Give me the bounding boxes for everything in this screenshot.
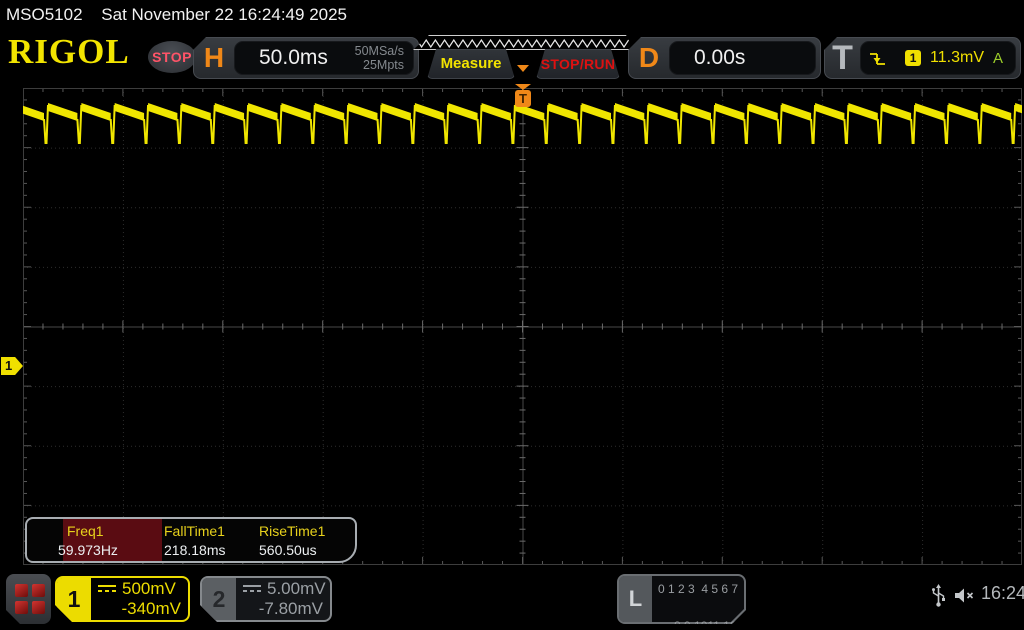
measurement-label: FallTime1: [164, 523, 225, 539]
logic-channels-row2: 8 9 1011 12131415: [674, 619, 777, 630]
logic-label: L: [619, 576, 652, 622]
logic-channels-row1: 0 1 2 3 4 5 6 7: [657, 582, 739, 596]
ch2-dc-coupling-icon: [242, 583, 262, 595]
ch1-ground-marker[interactable]: 1: [1, 357, 23, 375]
trigger-level-value[interactable]: 11.3mV: [930, 49, 984, 67]
datetime-text: Sat November 22 16:24:49 2025: [101, 5, 348, 24]
trigger-sweep-mode: A: [992, 49, 1003, 67]
delay-value[interactable]: 0.00s: [694, 46, 745, 70]
rigol-logo: RIGOL: [8, 32, 130, 71]
channel2-number: 2: [202, 578, 236, 620]
clock-text: 16:24: [981, 583, 1024, 603]
acquisition-state-badge: STOP: [148, 41, 196, 73]
channel1-number: 1: [57, 578, 91, 620]
ch1-dc-coupling-icon: [97, 583, 117, 595]
memory-zigzag-icon: [414, 36, 635, 51]
delay-panel[interactable]: D 0.00s: [628, 37, 821, 79]
stop-run-button[interactable]: STOP/RUN: [536, 49, 620, 79]
timebase-value[interactable]: 50.0ms: [259, 46, 355, 70]
channel-bar: 1 500mV -340mV 2 5.00mV -7.80mV L 0 1 2 …: [0, 570, 1024, 630]
waveform-display[interactable]: [23, 88, 1022, 565]
model-name: MSO5102: [6, 5, 83, 24]
channel2-button[interactable]: 2 5.00mV -7.80mV: [200, 576, 332, 622]
horizontal-panel[interactable]: H 50.0ms 50MSa/s 25Mpts: [193, 37, 419, 79]
trigger-source-badge: 1: [905, 50, 922, 66]
menu-grid-icon: [15, 584, 45, 614]
memory-position-marker[interactable]: [517, 65, 529, 72]
trigger-slope-falling-icon: [870, 52, 886, 65]
channel1-scale: 500mV: [122, 579, 176, 598]
channel2-offset: -7.80mV: [258, 599, 323, 618]
waveform-memory-bar[interactable]: [413, 35, 634, 50]
measurement-item-freq[interactable]: Freq1 59.973Hz: [27, 519, 161, 561]
trigger-position-t-badge: T: [515, 90, 531, 107]
usb-icon: [932, 584, 945, 607]
quick-menu-button[interactable]: [6, 574, 51, 624]
sample-rate: 50MSa/s: [354, 44, 404, 58]
measurement-label: RiseTime1: [259, 523, 326, 539]
delay-label: D: [638, 42, 660, 73]
measurement-results-box: Freq1 59.973Hz FallTime1 218.18ms RiseTi…: [25, 517, 357, 563]
ch1-waveform-trace: [23, 103, 1022, 144]
header-bar: RIGOL STOP H 50.0ms 50MSa/s 25Mpts Measu…: [0, 30, 1024, 84]
memory-depth: 25Mpts: [363, 58, 404, 72]
measure-button[interactable]: Measure: [427, 49, 515, 79]
measurement-item-falltime[interactable]: FallTime1 218.18ms: [161, 519, 257, 561]
trigger-panel[interactable]: T 1 11.3mV A: [824, 37, 1021, 79]
sample-rate-info: 50MSa/s 25Mpts: [355, 44, 413, 72]
logic-analyzer-button[interactable]: L 0 1 2 3 4 5 6 7 8 9 1011 12131415: [617, 574, 746, 624]
trigger-label: T: [832, 38, 853, 77]
measurement-value: 560.50us: [259, 542, 317, 558]
trigger-position-marker[interactable]: T: [514, 84, 532, 107]
measurement-value: 218.18ms: [164, 542, 226, 558]
measurement-value: 59.973Hz: [58, 542, 118, 558]
channel2-scale: 5.00mV: [267, 579, 326, 598]
measurement-item-risetime[interactable]: RiseTime1 560.50us: [256, 519, 356, 561]
oscilloscope-screen: MSO5102 Sat November 22 16:24:49 2025 RI…: [0, 0, 1024, 630]
speaker-muted-icon[interactable]: [953, 587, 977, 604]
measurement-label: Freq1: [67, 523, 104, 539]
status-bar: MSO5102 Sat November 22 16:24:49 2025: [0, 0, 1024, 30]
channel1-offset: -340mV: [121, 599, 181, 618]
channel1-button[interactable]: 1 500mV -340mV: [55, 576, 190, 622]
horizontal-label: H: [203, 42, 225, 73]
